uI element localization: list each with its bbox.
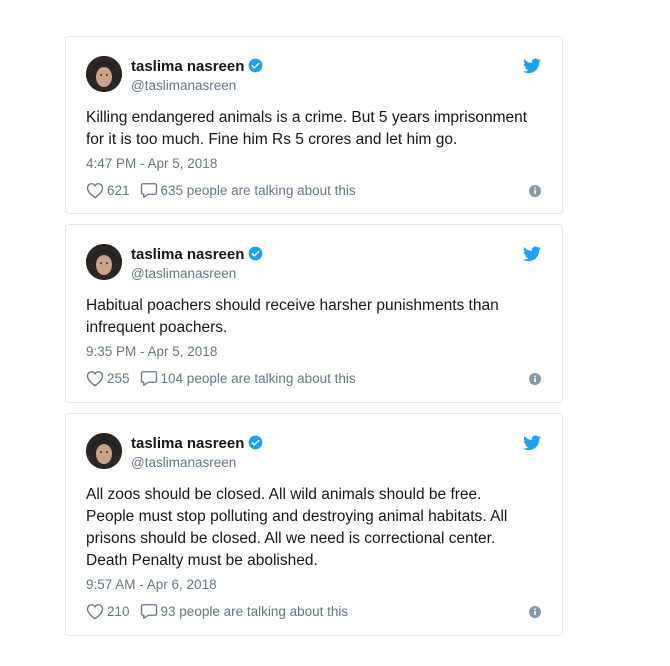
tweet-actions: 621 635 people are talking about this: [86, 182, 356, 199]
author-handle[interactable]: @taslimanasreen: [131, 455, 236, 470]
speech-bubble-icon[interactable]: [140, 370, 158, 387]
heart-icon[interactable]: [86, 182, 104, 199]
like-count: 210: [107, 604, 130, 619]
avatar[interactable]: [86, 244, 122, 280]
tweet-text: All zoos should be closed. All wild anim…: [86, 486, 508, 569]
author-handle[interactable]: @taslimanasreen: [131, 266, 236, 281]
verified-badge-icon: [249, 435, 263, 450]
like-count: 255: [107, 371, 130, 386]
tweet-card[interactable]: taslima nasreen @taslimanasreen All zoos…: [65, 413, 563, 636]
talking-about-link[interactable]: 93 people are talking about this: [161, 604, 349, 619]
speech-bubble-icon[interactable]: [140, 603, 158, 620]
tweet-timestamp[interactable]: 9:35 PM - Apr 5, 2018: [86, 344, 217, 359]
speech-bubble-icon[interactable]: [140, 182, 158, 199]
tweet-timestamp[interactable]: 9:57 AM - Apr 6, 2018: [86, 577, 217, 592]
tweet-card[interactable]: taslima nasreen @taslimanasreen Habitual…: [65, 224, 563, 403]
verified-badge-icon: [249, 58, 263, 73]
heart-icon[interactable]: [86, 370, 104, 387]
talking-about-link[interactable]: 104 people are talking about this: [161, 371, 356, 386]
author-name[interactable]: taslima nasreen: [131, 435, 263, 452]
like-count: 621: [107, 183, 130, 198]
talking-about-link[interactable]: 635 people are talking about this: [161, 183, 356, 198]
author-name[interactable]: taslima nasreen: [131, 246, 263, 263]
tweet-actions: 255 104 people are talking about this: [86, 370, 356, 387]
author-handle[interactable]: @taslimanasreen: [131, 78, 236, 93]
heart-icon[interactable]: [86, 603, 104, 620]
verified-badge-icon: [249, 246, 263, 261]
tweet-text: Habitual poachers should receive harsher…: [86, 297, 499, 336]
twitter-bird-icon[interactable]: [523, 435, 541, 451]
info-icon[interactable]: [529, 606, 541, 618]
info-icon[interactable]: [529, 185, 541, 197]
avatar[interactable]: [86, 56, 122, 92]
tweet-timestamp[interactable]: 4:47 PM - Apr 5, 2018: [86, 156, 217, 171]
twitter-bird-icon[interactable]: [523, 246, 541, 262]
twitter-bird-icon[interactable]: [523, 58, 541, 74]
info-icon[interactable]: [529, 373, 541, 385]
tweet-text: Killing endangered animals is a crime. B…: [86, 109, 528, 148]
avatar[interactable]: [86, 433, 122, 469]
author-name[interactable]: taslima nasreen: [131, 58, 263, 75]
tweet-card[interactable]: taslima nasreen @taslimanasreen Killing …: [65, 36, 563, 214]
tweet-actions: 210 93 people are talking about this: [86, 603, 348, 620]
